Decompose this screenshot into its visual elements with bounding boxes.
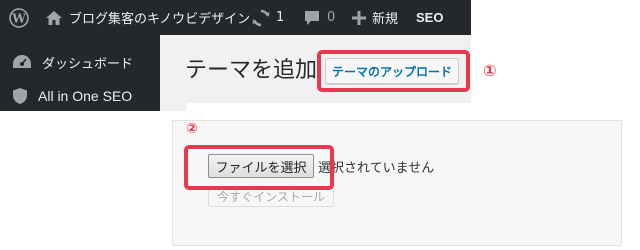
sidebar-item-label: ダッシュボード: [42, 56, 134, 72]
file-status-text: 選択されていません: [318, 161, 435, 176]
sidebar-item-all-in-one-seo[interactable]: All in One SEO: [0, 79, 160, 111]
svg-text:W: W: [11, 11, 26, 25]
highlight-box-choose-file: [184, 145, 334, 190]
content-panel-edge: [185, 103, 471, 111]
sidebar-item-dashboard[interactable]: ダッシュボード: [0, 45, 160, 79]
new-content-link[interactable]: 新規: [352, 0, 398, 35]
comments-link[interactable]: 0: [303, 0, 335, 35]
comments-count: 0: [327, 10, 336, 25]
home-icon: [45, 10, 63, 26]
sidebar-item-label: All in One SEO: [38, 88, 133, 104]
shield-icon: [12, 87, 28, 105]
updates-link[interactable]: 1: [252, 0, 284, 35]
step-marker-1: ①: [483, 61, 497, 80]
admin-sidebar: ダッシュボード All in One SEO: [0, 35, 160, 111]
refresh-icon: [252, 9, 270, 27]
updates-count: 1: [276, 10, 285, 25]
plus-icon: [352, 10, 366, 25]
page-title: テーマを追加: [185, 58, 318, 83]
wordpress-logo-button[interactable]: W: [9, 0, 35, 35]
site-name-link[interactable]: ブログ集客のキノウビデザイン: [45, 0, 250, 35]
site-name: ブログ集客のキノウビデザイン: [69, 12, 251, 27]
new-label: 新規: [372, 12, 399, 27]
admin-bar: W ブログ集客のキノウビデザイン 1 0 新規 SEO: [0, 0, 471, 35]
comment-icon: [303, 9, 321, 27]
seo-label: SEO: [416, 10, 444, 25]
dashboard-icon: [12, 54, 32, 70]
wordpress-logo-icon: W: [9, 7, 29, 28]
seo-menu-link[interactable]: SEO: [416, 0, 443, 35]
step-marker-2: ②: [186, 121, 198, 137]
highlight-box-upload-button: [317, 50, 470, 92]
